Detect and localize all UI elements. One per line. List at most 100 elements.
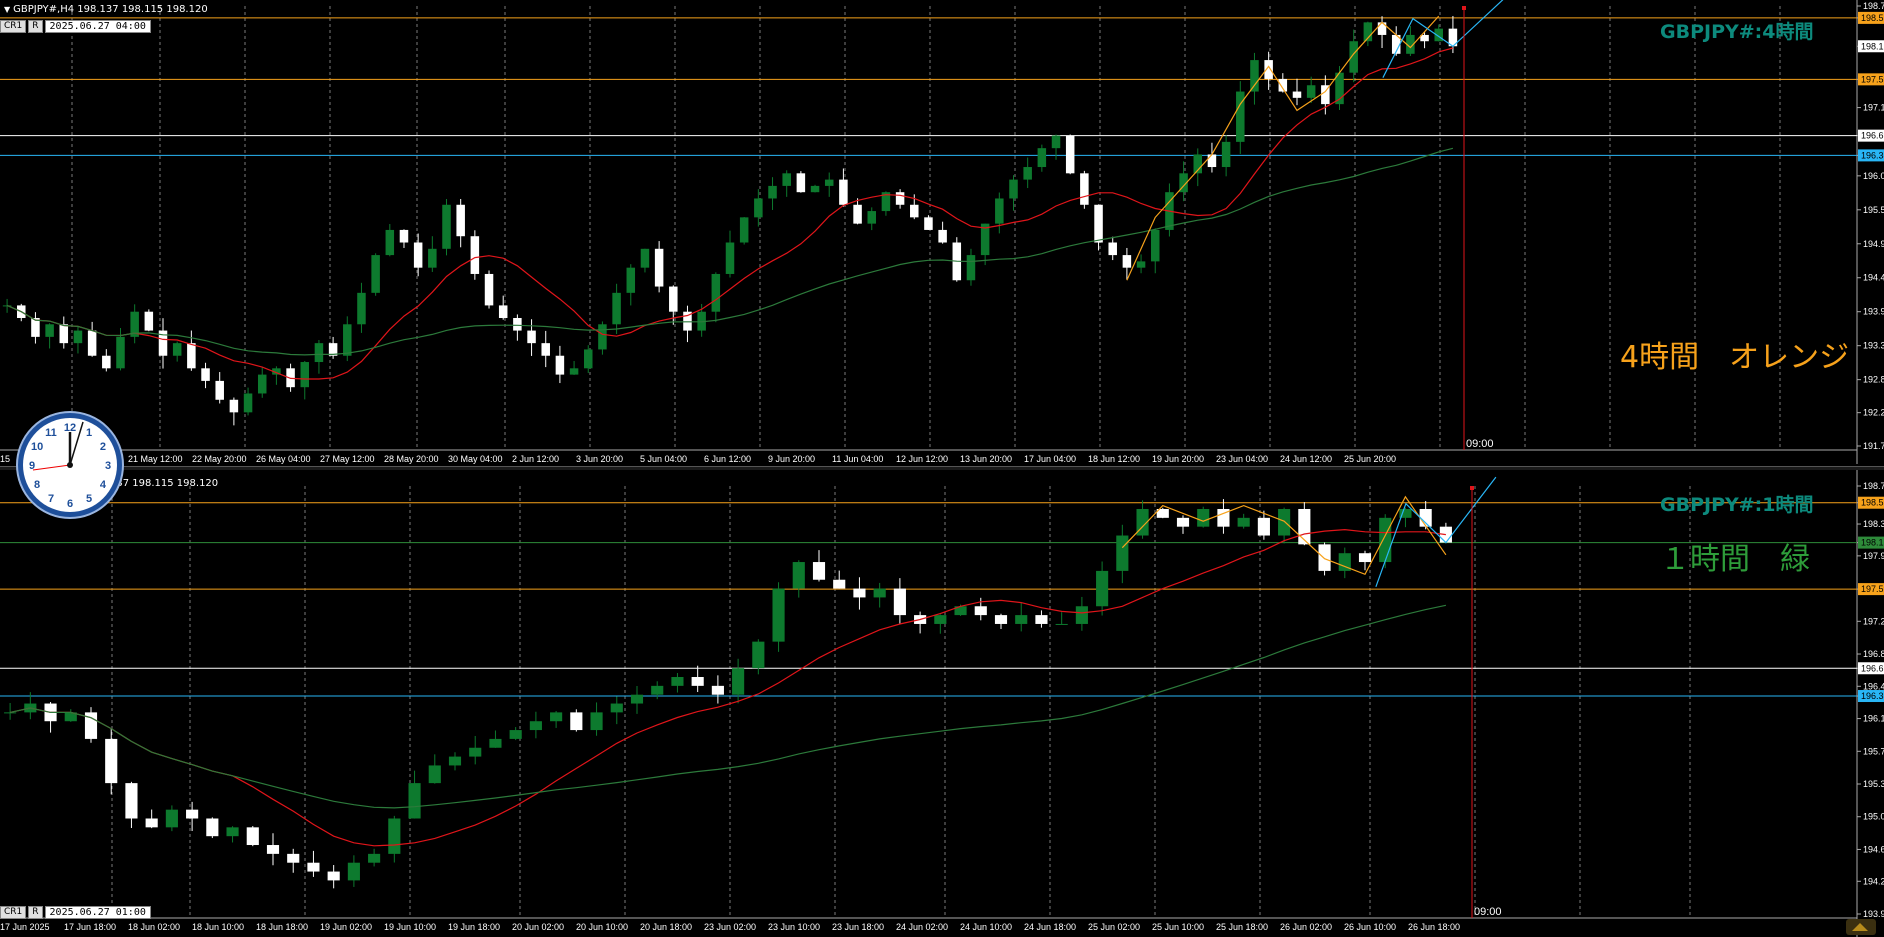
ma-fast-line	[9, 528, 1446, 847]
h1-chart-pane[interactable]: 198.760 198.571 198.330 198.120 197.970 197.5…	[0, 470, 1884, 937]
time-tick-label: 23 Jun 10:00	[768, 922, 820, 932]
candle-body	[895, 192, 905, 205]
time-marker-cap	[1462, 6, 1466, 10]
time-tick-label: 5 Jun 04:00	[640, 454, 687, 464]
candle-body	[498, 305, 508, 318]
candle-body	[116, 336, 125, 369]
price-tick-label: 195.520	[1863, 205, 1884, 215]
candle-body	[428, 765, 441, 784]
candle-body	[1080, 173, 1089, 205]
candle-body	[732, 668, 745, 695]
h4-datetime-tag: CR1 R 2025.06.27 04:00	[0, 20, 151, 33]
time-tick-label: 20 Jun 18:00	[640, 922, 692, 932]
price-level-label: 197.594	[1861, 74, 1884, 84]
candle-body	[1150, 229, 1160, 262]
candle-body	[186, 809, 199, 819]
price-level-label: 196.385	[1861, 691, 1884, 701]
clock-numeral: 2	[100, 441, 106, 453]
candle-body	[853, 588, 866, 598]
candle-body	[300, 362, 310, 388]
candle-body	[1318, 544, 1331, 571]
price-tick-label: 198.330	[1863, 519, 1884, 529]
candle-body	[873, 588, 886, 598]
candle-body	[165, 809, 178, 828]
price-tick-label: 193.920	[1863, 909, 1884, 919]
h4-chart-svg[interactable]: 198.760 198.571 198.120 197.594 197.145 196.6…	[0, 0, 1884, 466]
candle-body	[513, 317, 522, 331]
price-tick-label: 194.440	[1863, 273, 1884, 283]
candle-body	[893, 588, 906, 616]
time-tick-label: 15	[0, 454, 10, 464]
candle-body	[385, 229, 395, 256]
h1-symbol-header: 137 198.115 198.120	[110, 478, 219, 489]
candle-body	[527, 330, 536, 344]
time-tick-label: 26 Jun 18:00	[1408, 922, 1460, 932]
candle-body	[206, 818, 219, 837]
candle-body	[1257, 517, 1270, 536]
time-tick-label: 3 Jun 20:00	[576, 454, 623, 464]
time-tick-label: 12 Jun 12:00	[896, 454, 948, 464]
price-tick-label: 193.900	[1863, 307, 1884, 317]
time-tick-label: 18 Jun 18:00	[256, 922, 308, 932]
price-tick-label: 197.970	[1863, 551, 1884, 561]
candle-body	[810, 185, 820, 193]
analog-clock-icon[interactable]: 1234567891011 12	[15, 410, 125, 520]
candle-body	[1037, 148, 1047, 168]
collapse-triangle-icon[interactable]: ▼	[4, 5, 10, 14]
candle-body	[626, 267, 636, 293]
clock-numeral: 11	[45, 427, 57, 439]
candle-body	[768, 185, 777, 199]
candle-body	[243, 393, 253, 413]
candle-body	[105, 738, 118, 784]
candle-body	[357, 292, 366, 325]
candle-body	[327, 871, 340, 881]
time-tick-label: 21 May 12:00	[128, 454, 183, 464]
candle-body	[73, 330, 83, 344]
candle-body	[974, 606, 987, 616]
h1-chart-svg[interactable]: 198.760 198.571 198.330 198.120 197.970 197.5…	[0, 470, 1884, 937]
candle-body	[711, 685, 724, 695]
price-tick-label: 196.495	[1863, 681, 1884, 691]
h1-datetime-tag: CR1 R 2025.06.27 01:00	[0, 906, 151, 919]
price-level-label: 198.571	[1861, 13, 1884, 23]
price-tick-label: 194.650	[1863, 844, 1884, 854]
candle-body	[529, 721, 542, 731]
h4-chart-pane[interactable]: 198.760 198.571 198.120 197.594 197.145 196.6…	[0, 0, 1884, 467]
candle-body	[59, 324, 69, 344]
time-tick-label: 23 Jun 18:00	[832, 922, 884, 932]
time-tick-label: 26 May 04:00	[256, 454, 311, 464]
candle-body	[541, 343, 550, 356]
candle-body	[368, 853, 381, 863]
candle-body	[839, 179, 848, 205]
candle-body	[509, 730, 522, 739]
price-level-label: 196.385	[1861, 150, 1884, 160]
candle-body	[754, 198, 763, 218]
candle-body	[1075, 606, 1088, 624]
candle-body	[1122, 255, 1132, 268]
candle-body	[1207, 154, 1217, 168]
price-tick-label: 197.230	[1863, 616, 1884, 626]
candle-body	[125, 783, 138, 819]
price-tick-label: 192.820	[1863, 375, 1884, 385]
time-tick-label: 25 Jun 20:00	[1344, 454, 1396, 464]
price-level-label: 198.120	[1861, 41, 1884, 51]
candle-body	[307, 862, 320, 872]
candle-body	[691, 677, 704, 686]
candle-body	[966, 255, 976, 281]
candle-body	[489, 738, 502, 748]
time-tick-label: 22 May 20:00	[192, 454, 247, 464]
candle-body	[910, 204, 919, 218]
candle-body	[1358, 553, 1372, 563]
candle-body	[867, 211, 876, 224]
r-tag: R	[28, 906, 43, 919]
price-tick-label: 195.020	[1863, 812, 1884, 822]
candle-body	[287, 853, 300, 863]
candle-body	[470, 236, 480, 274]
clock-numeral: 7	[48, 493, 54, 505]
candle-body	[343, 324, 352, 356]
candle-body	[612, 292, 621, 325]
time-tick-label: 25 Jun 02:00	[1088, 922, 1140, 932]
clock-numeral: 1	[86, 427, 92, 439]
candle-body	[711, 273, 721, 312]
time-marker-cap	[1470, 486, 1474, 490]
